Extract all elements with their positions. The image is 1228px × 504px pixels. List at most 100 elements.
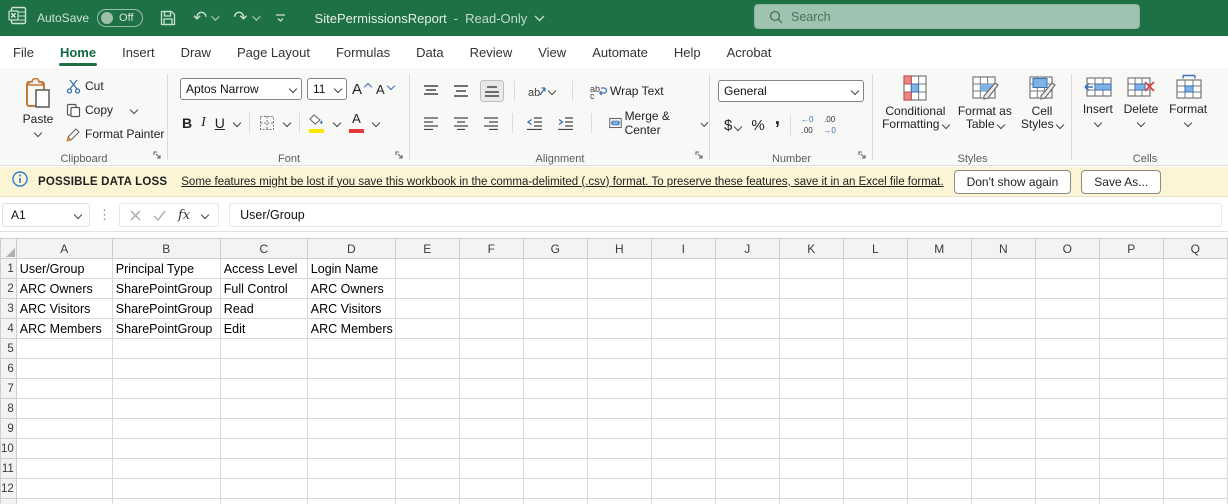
cell-D8[interactable] [307, 399, 395, 419]
formula-bar-input[interactable]: User/Group [229, 203, 1222, 227]
tab-insert[interactable]: Insert [109, 36, 168, 68]
column-header-L[interactable]: L [843, 239, 907, 259]
row-header-5[interactable]: 5 [1, 339, 17, 359]
align-center-button[interactable] [450, 113, 472, 133]
tab-formulas[interactable]: Formulas [323, 36, 403, 68]
customize-quick-access-icon[interactable] [274, 12, 287, 24]
cell-N10[interactable] [971, 439, 1035, 459]
borders-dropdown-icon[interactable] [283, 119, 291, 127]
cell-E4[interactable] [395, 319, 459, 339]
tab-review[interactable]: Review [457, 36, 526, 68]
cell-G13[interactable] [523, 499, 587, 504]
cell-M8[interactable] [907, 399, 971, 419]
cell-D10[interactable] [307, 439, 395, 459]
delete-cells-dropdown-icon[interactable] [1137, 119, 1145, 127]
decrease-decimal-button[interactable]: .00 →0 [823, 116, 835, 135]
row-header-2[interactable]: 2 [1, 279, 17, 299]
cell-B7[interactable] [112, 379, 220, 399]
column-header-F[interactable]: F [459, 239, 523, 259]
cell-L13[interactable] [843, 499, 907, 504]
cell-O5[interactable] [1035, 339, 1099, 359]
cell-O11[interactable] [1035, 459, 1099, 479]
cell-K11[interactable] [779, 459, 843, 479]
cell-Q7[interactable] [1163, 379, 1227, 399]
column-header-M[interactable]: M [907, 239, 971, 259]
cell-H3[interactable] [587, 299, 651, 319]
fill-color-dropdown-icon[interactable] [333, 119, 341, 127]
percent-format-button[interactable]: % [751, 117, 764, 134]
cell-J6[interactable] [715, 359, 779, 379]
cell-I3[interactable] [651, 299, 715, 319]
cell-H2[interactable] [587, 279, 651, 299]
cell-O7[interactable] [1035, 379, 1099, 399]
increase-indent-button[interactable] [554, 113, 577, 133]
cell-E11[interactable] [395, 459, 459, 479]
cell-C9[interactable] [220, 419, 307, 439]
cell-Q1[interactable] [1163, 259, 1227, 279]
column-header-D[interactable]: D [307, 239, 395, 259]
cell-C1[interactable]: Access Level [220, 259, 307, 279]
number-dialog-launcher-icon[interactable] [857, 149, 867, 163]
row-header-9[interactable]: 9 [1, 419, 17, 439]
column-header-I[interactable]: I [651, 239, 715, 259]
cell-F11[interactable] [459, 459, 523, 479]
cell-E8[interactable] [395, 399, 459, 419]
column-header-C[interactable]: C [220, 239, 307, 259]
cell-C5[interactable] [220, 339, 307, 359]
font-name-select[interactable]: Aptos Narrow [180, 78, 302, 100]
cell-M3[interactable] [907, 299, 971, 319]
cell-L8[interactable] [843, 399, 907, 419]
cell-A2[interactable]: ARC Owners [16, 279, 112, 299]
cell-B8[interactable] [112, 399, 220, 419]
orientation-button[interactable]: ab [525, 81, 558, 102]
cell-P3[interactable] [1099, 299, 1163, 319]
select-all-button[interactable] [1, 239, 17, 259]
cut-button[interactable]: Cut [66, 74, 164, 98]
cell-J7[interactable] [715, 379, 779, 399]
dont-show-again-button[interactable]: Don't show again [954, 170, 1072, 194]
cell-M13[interactable] [907, 499, 971, 504]
format-painter-button[interactable]: Format Painter [66, 122, 164, 146]
cell-N3[interactable] [971, 299, 1035, 319]
cell-Q13[interactable] [1163, 499, 1227, 504]
cancel-icon[interactable] [130, 210, 141, 221]
cell-O8[interactable] [1035, 399, 1099, 419]
borders-button[interactable] [259, 115, 275, 131]
font-size-select[interactable]: 11 [307, 78, 347, 100]
row-header-12[interactable]: 12 [1, 479, 17, 499]
cell-Q9[interactable] [1163, 419, 1227, 439]
cell-B13[interactable] [112, 499, 220, 504]
cell-G7[interactable] [523, 379, 587, 399]
decrease-indent-button[interactable] [523, 113, 546, 133]
format-cells-button[interactable]: Format [1169, 68, 1207, 166]
cell-B1[interactable]: Principal Type [112, 259, 220, 279]
cell-B9[interactable] [112, 419, 220, 439]
cell-N8[interactable] [971, 399, 1035, 419]
font-dialog-launcher-icon[interactable] [394, 149, 404, 163]
cell-Q12[interactable] [1163, 479, 1227, 499]
cell-H13[interactable] [587, 499, 651, 504]
cell-L11[interactable] [843, 459, 907, 479]
cell-N12[interactable] [971, 479, 1035, 499]
merge-center-dropdown-icon[interactable] [701, 119, 709, 127]
cell-A8[interactable] [16, 399, 112, 419]
cell-L4[interactable] [843, 319, 907, 339]
cell-Q3[interactable] [1163, 299, 1227, 319]
column-header-N[interactable]: N [971, 239, 1035, 259]
insert-cells-dropdown-icon[interactable] [1094, 119, 1102, 127]
undo-button[interactable]: ↶ [193, 8, 217, 28]
cell-N2[interactable] [971, 279, 1035, 299]
cell-F2[interactable] [459, 279, 523, 299]
align-top-button[interactable] [420, 81, 442, 101]
cell-D3[interactable]: ARC Visitors [307, 299, 395, 319]
save-as-button[interactable]: Save As... [1081, 170, 1161, 194]
cell-K12[interactable] [779, 479, 843, 499]
cell-H5[interactable] [587, 339, 651, 359]
cell-L1[interactable] [843, 259, 907, 279]
cell-A12[interactable] [16, 479, 112, 499]
warning-message-link[interactable]: Some features might be lost if you save … [181, 176, 943, 188]
cell-D2[interactable]: ARC Owners [307, 279, 395, 299]
cell-G10[interactable] [523, 439, 587, 459]
cell-D13[interactable] [307, 499, 395, 504]
name-box[interactable]: A1 [2, 203, 90, 227]
